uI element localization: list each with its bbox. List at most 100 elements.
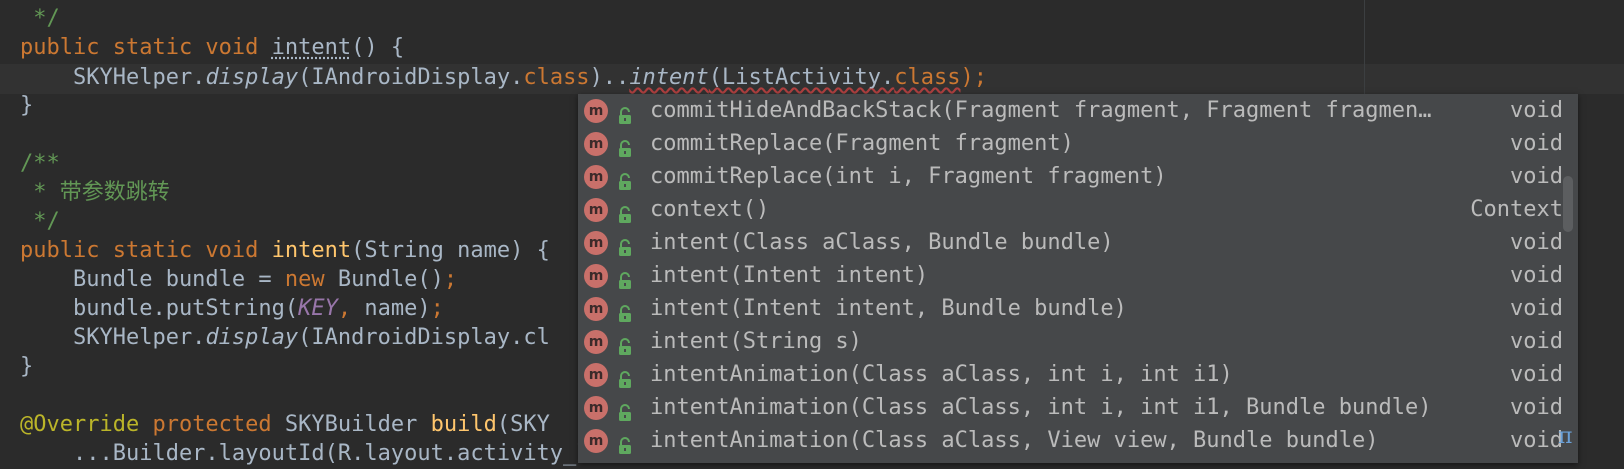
method-icon: m xyxy=(584,363,608,387)
code-line[interactable]: SKYHelper.display(IAndroidDisplay.cl xyxy=(20,323,550,353)
public-access-icon xyxy=(617,366,633,388)
code-token: (IAndroidDisplay. xyxy=(298,65,524,90)
code-token: () { xyxy=(351,35,405,60)
public-access-icon xyxy=(617,201,633,223)
completion-signature: intent(Intent intent) xyxy=(650,263,929,288)
code-token: ); xyxy=(960,65,987,90)
code-token: name) xyxy=(364,296,431,321)
code-token: intent xyxy=(271,238,352,263)
code-token: */ xyxy=(20,6,60,31)
code-token: (SKY xyxy=(496,412,550,437)
code-line[interactable]: Bundle bundle = new Bundle(); xyxy=(20,265,457,295)
code-token: } xyxy=(20,354,34,379)
completion-item[interactable]: m context() Context xyxy=(578,193,1563,227)
code-token: ).. xyxy=(589,65,630,90)
code-token: (ListActivity. xyxy=(708,65,895,90)
public-access-icon xyxy=(617,168,633,190)
code-token: } xyxy=(20,93,34,118)
code-token: intent xyxy=(271,35,352,60)
code-token: , xyxy=(337,296,365,321)
method-icon: m xyxy=(584,330,608,354)
code-token: ...Builder.layoutId(R.layout.activity_li… xyxy=(20,441,643,466)
public-access-icon xyxy=(617,300,633,322)
code-line[interactable]: public static void intent() { xyxy=(20,33,404,63)
code-token: Bundle bundle = xyxy=(20,267,285,292)
code-line[interactable]: bundle.putString(KEY, name); xyxy=(20,294,444,324)
completion-signature: commitReplace(Fragment fragment) xyxy=(650,131,1074,156)
code-token: SKYHelper. xyxy=(20,65,206,90)
code-token: build xyxy=(430,412,497,437)
code-token: class xyxy=(523,65,590,90)
completion-item[interactable]: m intent(Intent intent) void xyxy=(578,259,1563,293)
completion-signature: commitReplace(int i, Fragment fragment) xyxy=(650,164,1167,189)
public-access-icon xyxy=(617,135,633,157)
method-icon: m xyxy=(584,198,608,222)
completion-item[interactable]: m intent(Intent intent, Bundle bundle) voi… xyxy=(578,292,1563,326)
public-access-icon xyxy=(617,234,633,256)
code-token: display xyxy=(205,325,299,350)
completion-signature: intentAnimation(Class aClass, View view,… xyxy=(650,428,1379,453)
code-token: ; xyxy=(443,267,458,292)
completion-item[interactable]: m commitReplace(int i, Fragment fragment)… xyxy=(578,160,1563,194)
code-token: ; xyxy=(430,296,444,321)
code-line[interactable]: } xyxy=(20,91,33,121)
completion-return-type: void xyxy=(1510,395,1563,420)
code-line[interactable]: ...Builder.layoutId(R.layout.activity_li… xyxy=(20,439,643,469)
public-access-icon xyxy=(617,399,633,421)
completion-return-type: void xyxy=(1510,98,1563,123)
code-token: bundle.putString( xyxy=(20,296,299,321)
code-token: public static void xyxy=(20,238,272,263)
method-icon: m xyxy=(584,231,608,255)
completion-return-type: void xyxy=(1510,230,1563,255)
method-icon: m xyxy=(584,396,608,420)
completion-popup[interactable]: m commitHideAndBackStack(Fragment fragmen… xyxy=(578,94,1578,463)
code-line[interactable]: public static void intent(String name) { xyxy=(20,236,550,266)
completion-return-type: void xyxy=(1510,296,1563,321)
code-token: display xyxy=(205,65,299,90)
completion-item[interactable]: m intentAnimation(Class aClass, int i, in… xyxy=(578,358,1563,392)
completion-return-type: void xyxy=(1510,131,1563,156)
completion-return-type: void xyxy=(1510,263,1563,288)
code-line[interactable]: */ xyxy=(20,4,60,34)
code-token: @Override xyxy=(20,412,153,437)
code-line[interactable]: /** xyxy=(20,149,60,179)
completion-return-type: Context xyxy=(1470,197,1563,222)
code-token: (IAndroidDisplay.cl xyxy=(298,325,550,350)
code-token: new xyxy=(284,267,338,292)
completion-scrollbar[interactable] xyxy=(1563,176,1573,232)
code-line[interactable]: */ xyxy=(20,207,60,237)
completion-item[interactable]: m commitHideAndBackStack(Fragment fragmen… xyxy=(578,94,1563,128)
completion-signature: intent(Class aClass, Bundle bundle) xyxy=(650,230,1114,255)
completion-return-type: void xyxy=(1510,329,1563,354)
public-access-icon xyxy=(617,333,633,355)
public-access-icon xyxy=(617,102,633,124)
completion-signature: intent(Intent intent, Bundle bundle) xyxy=(650,296,1127,321)
code-token: Bundle() xyxy=(337,267,444,292)
completion-signature: context() xyxy=(650,197,770,222)
completion-signature: intentAnimation(Class aClass, int i, int… xyxy=(650,395,1432,420)
code-line[interactable]: @Override protected SKYBuilder build(SKY xyxy=(20,410,550,440)
completion-signature: intent(String s) xyxy=(650,329,862,354)
completion-item[interactable]: m intentAnimation(Class aClass, int i, in… xyxy=(578,391,1563,425)
completion-footer-symbol[interactable]: π xyxy=(1558,424,1572,449)
code-token: class xyxy=(894,65,961,90)
code-token: */ xyxy=(20,209,60,234)
code-line[interactable]: } xyxy=(20,352,33,382)
code-line[interactable]: SKYHelper.display(IAndroidDisplay.class)… xyxy=(20,63,987,93)
method-icon: m xyxy=(584,429,608,453)
completion-item[interactable]: m intentAnimation(Class aClass, View view… xyxy=(578,424,1563,458)
method-icon: m xyxy=(584,132,608,156)
completion-return-type: void xyxy=(1510,362,1563,387)
code-token: /** xyxy=(20,151,60,176)
completion-item[interactable]: m commitReplace(Fragment fragment) void xyxy=(578,127,1563,161)
code-token: intent xyxy=(629,65,709,90)
completion-item[interactable]: m intent(Class aClass, Bundle bundle) void xyxy=(578,226,1563,260)
code-token: KEY xyxy=(298,296,338,321)
completion-item[interactable]: m intent(String s) void xyxy=(578,325,1563,359)
method-icon: m xyxy=(584,264,608,288)
code-line[interactable]: * 带参数跳转 xyxy=(20,178,170,208)
code-token: SKYBuilder xyxy=(284,412,431,437)
public-access-icon xyxy=(617,432,633,454)
method-icon: m xyxy=(584,297,608,321)
code-editor[interactable]: */public static void intent() { SKYHelpe… xyxy=(0,0,1624,466)
